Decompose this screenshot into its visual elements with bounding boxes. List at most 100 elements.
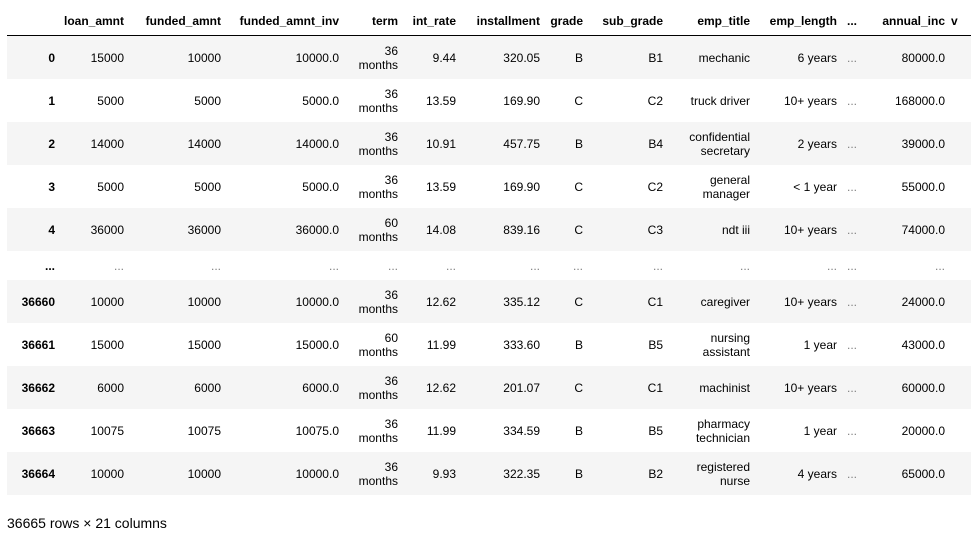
table-cell-installment: 322.35 — [503, 466, 540, 481]
column-header-funded-amnt: funded_amnt — [130, 7, 227, 36]
table-cell-ellipsis: ... — [846, 466, 857, 481]
column-header-truncated: v — [951, 7, 971, 36]
table-row: 0 15000 10000 10000.0 36 months 9.44 320.05 B B1… — [7, 35, 971, 80]
table-cell-emp-title: truck driver — [690, 93, 750, 108]
table-cell-term: 36 months — [358, 373, 398, 402]
table-cell-ellipsis: ... — [846, 294, 857, 309]
table-cell-emp-length: 10+ years — [783, 93, 837, 108]
table-cell-annual-inc: 39000.0 — [901, 136, 945, 151]
table-cell-funded-amnt: 10000 — [187, 466, 221, 481]
row-index: 36662 — [21, 380, 55, 395]
dataframe-table: loan_amnt funded_amnt funded_amnt_inv te… — [7, 7, 971, 495]
column-header-installment: installment — [462, 7, 546, 36]
table-cell-funded-amnt: 36000 — [187, 222, 221, 237]
table-row: 1 5000 5000 5000.0 36 months 13.59 169.90 C C2 tr… — [7, 79, 971, 122]
table-cell-sub-grade: C2 — [647, 179, 663, 194]
table-cell-sub-grade: C1 — [647, 380, 663, 395]
table-cell-int-rate: 9.44 — [432, 50, 456, 65]
table-cell-funded-amnt-inv: 10000.0 — [295, 50, 339, 65]
table-cell-grade: B — [574, 337, 583, 352]
table-cell-int-rate: ... — [445, 258, 456, 273]
table-cell-grade: B — [574, 136, 583, 151]
table-cell-funded-amnt: 5000 — [194, 179, 221, 194]
table-row: 36661 15000 15000 15000.0 60 months 11.99 333.… — [7, 323, 971, 366]
table-cell-sub-grade: ... — [652, 258, 663, 273]
table-cell-funded-amnt-inv: 5000.0 — [302, 93, 339, 108]
table-cell-sub-grade: C1 — [647, 294, 663, 309]
table-cell-installment: ... — [529, 258, 540, 273]
table-cell-annual-inc: 80000.0 — [901, 50, 945, 65]
table-cell-annual-inc: 74000.0 — [901, 222, 945, 237]
table-cell-funded-amnt: 6000 — [194, 380, 221, 395]
table-cell-emp-title: general manager — [702, 172, 750, 201]
table-cell-loan-amnt: 15000 — [90, 50, 124, 65]
table-cell-v — [951, 165, 971, 208]
table-cell-grade: C — [574, 380, 583, 395]
table-cell-emp-length: 10+ years — [783, 294, 837, 309]
table-cell-int-rate: 9.93 — [432, 466, 456, 481]
table-cell-emp-title: ndt iii — [721, 222, 750, 237]
table-cell-funded-amnt: 10075 — [187, 423, 221, 438]
table-cell-funded-amnt-inv: 14000.0 — [295, 136, 339, 151]
index-header — [7, 7, 57, 36]
table-cell-v — [951, 323, 971, 366]
table-cell-installment: 839.16 — [503, 222, 540, 237]
table-cell-emp-length: 10+ years — [783, 222, 837, 237]
table-cell-sub-grade: B5 — [648, 423, 663, 438]
table-cell-v — [951, 208, 971, 251]
table-row: 3 5000 5000 5000.0 36 months 13.59 169.90 C C2 ge… — [7, 165, 971, 208]
table-cell-annual-inc: ... — [934, 258, 945, 273]
table-cell-emp-length: < 1 year — [793, 179, 837, 194]
table-cell-installment: 169.90 — [503, 179, 540, 194]
table-cell-ellipsis: ... — [846, 423, 857, 438]
table-row: 36662 6000 6000 6000.0 36 months 12.62 201.07 C… — [7, 366, 971, 409]
table-cell-annual-inc: 43000.0 — [901, 337, 945, 352]
header-row: loan_amnt funded_amnt funded_amnt_inv te… — [7, 7, 971, 36]
table-cell-loan-amnt: 10075 — [90, 423, 124, 438]
table-cell-loan-amnt: ... — [113, 258, 124, 273]
table-cell-grade: C — [574, 222, 583, 237]
column-header-funded-amnt-inv: funded_amnt_inv — [227, 7, 345, 36]
table-cell-v — [951, 409, 971, 452]
table-cell-ellipsis: ... — [846, 258, 857, 273]
row-index: 2 — [48, 136, 55, 151]
table-cell-funded-amnt: 14000 — [187, 136, 221, 151]
table-cell-ellipsis: ... — [846, 136, 857, 151]
table-cell-term: 36 months — [358, 86, 398, 115]
dataframe-shape-caption: 36665 rows × 21 columns — [7, 515, 167, 531]
table-cell-loan-amnt: 14000 — [90, 136, 124, 151]
table-cell-funded-amnt-inv: 5000.0 — [302, 179, 339, 194]
table-cell-emp-title: registered nurse — [696, 459, 750, 488]
table-cell-v — [951, 79, 971, 122]
column-header-emp-length: emp_length — [756, 7, 843, 36]
table-cell-emp-title: nursing assistant — [702, 330, 750, 359]
table-cell-term: 36 months — [358, 416, 398, 445]
column-header-ellipsis: ... — [843, 7, 867, 36]
row-index: 1 — [48, 93, 55, 108]
table-cell-v — [951, 366, 971, 409]
table-row: 36664 10000 10000 10000.0 36 months 9.93 322.3… — [7, 452, 971, 495]
table-cell-funded-amnt: 10000 — [187, 294, 221, 309]
table-cell-annual-inc: 168000.0 — [894, 93, 945, 108]
table-cell-term: 36 months — [358, 129, 398, 158]
table-cell-loan-amnt: 10000 — [90, 466, 124, 481]
table-cell-int-rate: 12.62 — [425, 380, 456, 395]
table-cell-sub-grade: C2 — [647, 93, 663, 108]
table-cell-grade: B — [574, 423, 583, 438]
table-cell-emp-length: 2 years — [797, 136, 837, 151]
row-index: 36660 — [21, 294, 55, 309]
row-index: 4 — [48, 222, 55, 237]
table-cell-emp-length: 4 years — [797, 466, 837, 481]
table-cell-annual-inc: 24000.0 — [901, 294, 945, 309]
table-cell-installment: 334.59 — [503, 423, 540, 438]
row-index: 36663 — [21, 423, 55, 438]
table-cell-grade: B — [574, 466, 583, 481]
table-row: 36663 10075 10075 10075.0 36 months 11.99 334.… — [7, 409, 971, 452]
table-cell-int-rate: 10.91 — [425, 136, 456, 151]
table-cell-int-rate: 13.59 — [425, 179, 456, 194]
table-cell-term: 36 months — [358, 287, 398, 316]
column-header-int-rate: int_rate — [404, 7, 462, 36]
table-cell-annual-inc: 55000.0 — [901, 179, 945, 194]
table-cell-annual-inc: 60000.0 — [901, 380, 945, 395]
table-cell-v — [951, 36, 971, 80]
